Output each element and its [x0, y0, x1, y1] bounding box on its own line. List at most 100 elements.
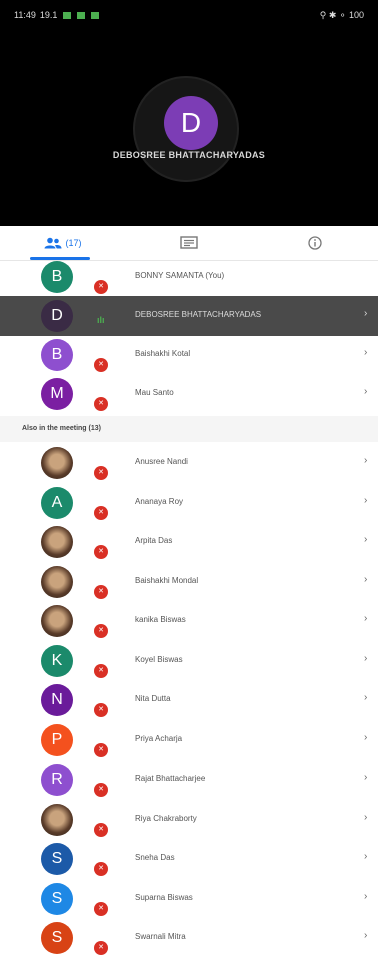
chevron-right-icon[interactable]: ›	[364, 772, 367, 783]
participant-avatar: B	[41, 261, 73, 293]
mic-off-icon: ✕	[94, 664, 108, 678]
participant-name: Mau Santo	[135, 388, 174, 397]
participant-row[interactable]: M ✕ Mau Santo ›	[0, 374, 378, 414]
chevron-right-icon[interactable]: ›	[364, 812, 367, 823]
chevron-right-icon[interactable]: ›	[364, 613, 367, 624]
participant-avatar: A	[41, 487, 73, 519]
participant-avatar: R	[41, 764, 73, 796]
participant-name: Priya Acharja	[135, 734, 183, 743]
participant-row[interactable]: S ✕ Swarnali Mitra ›	[0, 918, 378, 958]
participant-avatar: S	[41, 843, 73, 875]
chevron-right-icon[interactable]: ›	[364, 308, 367, 319]
participant-row[interactable]: ✕ Arpita Das ›	[0, 522, 378, 562]
participant-name: Rajat Bhattacharjee	[135, 774, 206, 783]
main-video-area[interactable]: D DEBOSREE BHATTACHARYADAS	[0, 30, 378, 226]
participant-row[interactable]: P ✕ Priya Acharja ›	[0, 720, 378, 760]
participant-row[interactable]: ✕ kanika Biswas ›	[0, 601, 378, 641]
chevron-right-icon[interactable]: ›	[364, 534, 367, 545]
status-extra: 19.1	[39, 10, 58, 20]
chevron-right-icon[interactable]: ›	[364, 386, 367, 397]
chevron-right-icon[interactable]: ›	[364, 692, 367, 703]
mic-off-icon: ✕	[94, 506, 108, 520]
participant-row[interactable]: ✕ Riya Chakraborty ›	[0, 800, 378, 840]
participant-name: Riya Chakraborty	[135, 814, 197, 823]
participant-name: Suparna Biswas	[135, 893, 193, 902]
participant-row[interactable]: N ✕ Nita Dutta ›	[0, 680, 378, 720]
chevron-right-icon[interactable]: ›	[364, 653, 367, 664]
participant-name: Anusree Nandi	[135, 457, 188, 466]
participant-row[interactable]: ✕ Anusree Nandi ›	[0, 443, 378, 483]
participant-name: Ananaya Roy	[135, 497, 184, 506]
mic-off-icon: ✕	[94, 902, 108, 916]
status-right-text: ⚲ ✱ ⚬ 100	[319, 9, 364, 20]
chevron-right-icon[interactable]: ›	[364, 891, 367, 902]
participant-name: Swarnali Mitra	[135, 932, 186, 941]
participant-row[interactable]: D ılı DEBOSREE BHATTACHARYADAS ›	[0, 296, 378, 336]
chevron-right-icon[interactable]: ›	[364, 851, 367, 862]
participant-name: Arpita Das	[135, 536, 173, 545]
participant-avatar: M	[41, 378, 73, 410]
mic-off-icon: ✕	[94, 585, 108, 599]
participant-name: Koyel Biswas	[135, 655, 183, 664]
mic-off-icon: ✕	[94, 280, 108, 294]
chevron-right-icon[interactable]: ›	[364, 930, 367, 941]
status-bar: 11:49 19.1 ⚲ ✱ ⚬ 100	[0, 0, 378, 30]
participant-avatar	[41, 804, 73, 836]
tab-info[interactable]	[252, 226, 378, 260]
signal-icon	[63, 11, 72, 19]
status-time: 11:49	[14, 10, 36, 20]
participant-avatar: K	[41, 645, 73, 677]
mic-off-icon: ✕	[94, 941, 108, 955]
mic-off-icon: ✕	[94, 466, 108, 480]
also-in-meeting-header: Also in the meeting (13)	[0, 416, 378, 442]
chat-icon	[180, 236, 198, 249]
mic-off-icon: ✕	[94, 703, 108, 717]
participant-row[interactable]: B ✕ BONNY SAMANTA (You)	[0, 257, 378, 297]
mic-off-icon: ✕	[94, 743, 108, 757]
chevron-right-icon[interactable]: ›	[364, 732, 367, 743]
tab-bar: (17)	[0, 226, 378, 261]
info-icon	[308, 236, 322, 250]
participant-avatar: S	[41, 883, 73, 915]
status-left: 11:49 19.1	[14, 10, 100, 20]
participant-avatar: P	[41, 724, 73, 756]
tab-chat[interactable]	[126, 226, 252, 260]
participant-row[interactable]: S ✕ Suparna Biswas ›	[0, 879, 378, 919]
participant-row[interactable]: B ✕ Baishakhi Kotal ›	[0, 335, 378, 375]
participant-row[interactable]: A ✕ Ananaya Roy ›	[0, 483, 378, 523]
chevron-right-icon[interactable]: ›	[364, 574, 367, 585]
bottom-nav-strip	[0, 965, 378, 975]
mic-off-icon: ✕	[94, 358, 108, 372]
signal-icon	[91, 11, 100, 19]
chevron-right-icon[interactable]: ›	[364, 495, 367, 506]
mic-off-icon: ✕	[94, 823, 108, 837]
signal-icon	[77, 11, 86, 19]
mic-off-icon: ✕	[94, 545, 108, 559]
participant-avatar	[41, 526, 73, 558]
chevron-right-icon[interactable]: ›	[364, 347, 367, 358]
speaker-name: DEBOSREE BHATTACHARYADAS	[112, 150, 266, 160]
tab-people-count: (17)	[65, 238, 82, 248]
participant-avatar	[41, 605, 73, 637]
chevron-right-icon[interactable]: ›	[364, 455, 367, 466]
participant-row[interactable]: R ✕ Rajat Bhattacharjee ›	[0, 760, 378, 800]
participant-avatar	[41, 566, 73, 598]
status-right: ⚲ ✱ ⚬ 100	[320, 10, 364, 21]
participant-row[interactable]: K ✕ Koyel Biswas ›	[0, 641, 378, 681]
section-title: Also in the meeting (13)	[22, 425, 101, 432]
speaking-indicator-icon: ılı	[97, 315, 105, 325]
speaker-avatar: D	[164, 96, 218, 150]
tab-people[interactable]: (17)	[0, 226, 126, 260]
mic-off-icon: ✕	[94, 624, 108, 638]
participant-name: Baishakhi Kotal	[135, 349, 191, 358]
mic-off-icon: ✕	[94, 862, 108, 876]
participant-name: BONNY SAMANTA (You)	[135, 271, 225, 280]
participant-name: DEBOSREE BHATTACHARYADAS	[135, 310, 262, 319]
mic-off-icon: ✕	[94, 783, 108, 797]
participant-row[interactable]: ✕ Baishakhi Mondal ›	[0, 562, 378, 602]
participant-row[interactable]: S ✕ Sneha Das ›	[0, 839, 378, 879]
participant-avatar: N	[41, 684, 73, 716]
participant-name: Nita Dutta	[135, 694, 171, 703]
participant-name: Sneha Das	[135, 853, 175, 862]
participant-name: Baishakhi Mondal	[135, 576, 199, 585]
